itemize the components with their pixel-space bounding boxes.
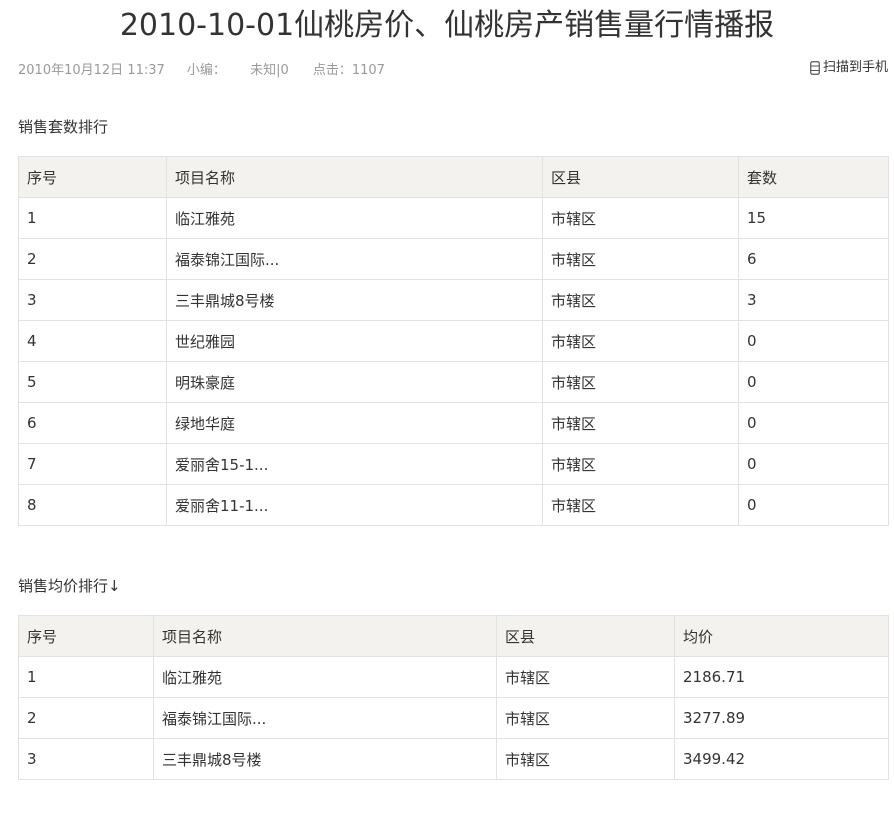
units-cell: 0 [738,361,889,403]
click-count: 点击：1107 [312,63,385,78]
project-name-cell: 临江雅苑 [166,197,543,239]
scan-to-phone-label: 扫描到手机 [822,60,888,75]
district-cell: 市辖区 [542,238,739,280]
table-row: 1 临江雅苑 市辖区 15 [18,197,889,239]
project-name-cell: 福泰锦江国际... [166,238,543,280]
sales-count-table: 序号 项目名称 区县 套数 1 临江雅苑 市辖区 15 2 福泰锦江国际... … [18,156,889,526]
district-cell: 市辖区 [542,320,739,362]
table-row: 2 福泰锦江国际... 市辖区 6 [18,238,889,280]
project-name-cell: 福泰锦江国际... [153,697,497,739]
district-cell: 市辖区 [542,197,739,239]
district-cell: 市辖区 [542,443,739,485]
rank-cell: 8 [18,484,167,526]
table-row: 6 绿地华庭 市辖区 0 [18,402,889,444]
rank-cell: 1 [18,656,154,698]
article-meta: 2010年10月12日 11:37 小编： 未知|0 点击：1107 [18,61,385,81]
avg-price-cell: 3499.42 [674,738,889,780]
sales-count-title: 销售套数排行 [18,118,109,136]
rank-cell: 5 [18,361,167,403]
rank-cell: 3 [18,279,167,321]
table-row: 3 三丰鼎城8号楼 市辖区 3499.42 [18,738,889,780]
table-row: 4 世纪雅园 市辖区 0 [18,320,889,362]
rank-cell: 1 [18,197,167,239]
district-cell: 市辖区 [496,656,675,698]
table-row: 8 爱丽舍11-1... 市辖区 0 [18,484,889,526]
avg-price-cell: 3277.89 [674,697,889,739]
avg-price-title: 销售均价排行↓ [18,577,121,595]
rank-cell: 6 [18,402,167,444]
units-cell: 6 [738,238,889,280]
column-header: 项目名称 [153,615,497,657]
mobile-phone-icon [810,61,820,75]
project-name-cell: 爱丽舍15-1... [166,443,543,485]
district-cell: 市辖区 [542,402,739,444]
rank-cell: 2 [18,697,154,739]
district-cell: 市辖区 [496,738,675,780]
project-name-cell: 世纪雅园 [166,320,543,362]
project-name-cell: 临江雅苑 [153,656,497,698]
units-cell: 0 [738,402,889,444]
district-cell: 市辖区 [542,361,739,403]
avg-price-table: 序号 项目名称 区县 均价 1 临江雅苑 市辖区 2186.71 2 福泰锦江国… [18,615,889,780]
project-name-cell: 绿地华庭 [166,402,543,444]
units-cell: 0 [738,484,889,526]
table-header-row: 序号 项目名称 区县 套数 [18,156,889,198]
editor-label: 小编： [186,63,226,78]
page-title: 2010-10-01仙桃房价、仙桃房产销售量行情播报 [119,8,775,43]
table-row: 5 明珠豪庭 市辖区 0 [18,361,889,403]
units-cell: 0 [738,443,889,485]
table-row: 3 三丰鼎城8号楼 市辖区 3 [18,279,889,321]
table-row: 2 福泰锦江国际... 市辖区 3277.89 [18,697,889,739]
rank-cell: 4 [18,320,167,362]
district-cell: 市辖区 [542,279,739,321]
column-header: 区县 [542,156,739,198]
project-name-cell: 三丰鼎城8号楼 [153,738,497,780]
rank-cell: 3 [18,738,154,780]
units-cell: 15 [738,197,889,239]
project-name-cell: 三丰鼎城8号楼 [166,279,543,321]
publish-date: 2010年10月12日 11:37 [18,63,165,78]
column-header: 区县 [496,615,675,657]
table-header-row: 序号 项目名称 区县 均价 [18,615,889,657]
avg-price-cell: 2186.71 [674,656,889,698]
project-name-cell: 爱丽舍11-1... [166,484,543,526]
table-row: 1 临江雅苑 市辖区 2186.71 [18,656,889,698]
project-name-cell: 明珠豪庭 [166,361,543,403]
table-row: 7 爱丽舍15-1... 市辖区 0 [18,443,889,485]
units-cell: 3 [738,279,889,321]
author: 未知|0 [250,63,289,78]
units-cell: 0 [738,320,889,362]
scan-to-phone-button[interactable]: 扫描到手机 [810,58,888,78]
column-header: 套数 [738,156,889,198]
column-header: 均价 [674,615,889,657]
district-cell: 市辖区 [542,484,739,526]
rank-cell: 2 [18,238,167,280]
district-cell: 市辖区 [496,697,675,739]
rank-cell: 7 [18,443,167,485]
column-header: 序号 [18,156,167,198]
column-header: 项目名称 [166,156,543,198]
column-header: 序号 [18,615,154,657]
